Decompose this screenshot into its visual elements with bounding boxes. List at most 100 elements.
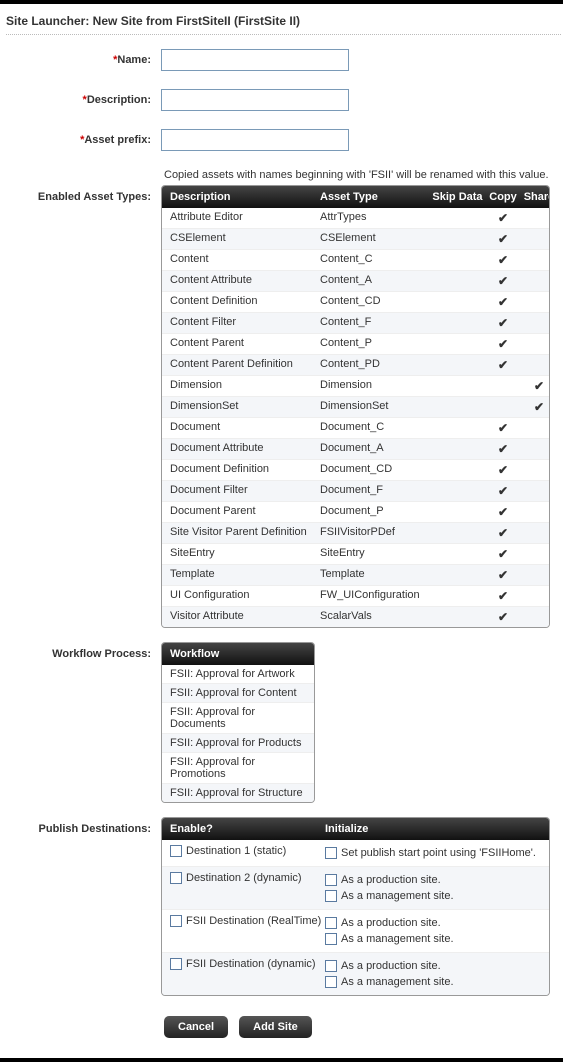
destination-name: Destination 1 (static) [186, 845, 286, 857]
table-row: DocumentDocument_C✔ [162, 418, 549, 439]
list-item: FSII: Approval for Structure [162, 784, 314, 802]
table-row: Document AttributeDocument_A✔ [162, 439, 549, 460]
cell-skip [430, 274, 485, 288]
checkbox[interactable] [325, 976, 337, 988]
cell-asset-type: SiteEntry [320, 547, 430, 561]
cancel-button[interactable]: Cancel [164, 1016, 228, 1038]
cell-asset-type: FSIIVisitorPDef [320, 526, 430, 540]
option-label: As a production site. [341, 960, 441, 972]
cell-share [521, 232, 550, 246]
cell-skip [430, 400, 485, 414]
cell-asset-type: Content_P [320, 337, 430, 351]
cell-asset-type: Content_F [320, 316, 430, 330]
cell-description: Site Visitor Parent Definition [170, 526, 320, 540]
table-row: DimensionSetDimensionSet✔ [162, 397, 549, 418]
table-row: Content AttributeContent_A✔ [162, 271, 549, 292]
table-row: DimensionDimension✔ [162, 376, 549, 397]
checkbox[interactable] [325, 933, 337, 945]
cell-description: Document Definition [170, 463, 320, 477]
prefix-input[interactable] [161, 129, 349, 151]
list-item: FSII: Approval for Documents [162, 703, 314, 734]
cell-description: Document Parent [170, 505, 320, 519]
checkbox[interactable] [325, 874, 337, 886]
page-title: Site Launcher: New Site from FirstSiteII… [6, 14, 561, 28]
cell-description: Content Attribute [170, 274, 320, 288]
table-row: Attribute EditorAttrTypes✔ [162, 208, 549, 229]
cell-share [521, 316, 550, 330]
table-row: Content DefinitionContent_CD ✔ [162, 292, 549, 313]
cell-copy: ✔ [485, 526, 521, 540]
checkbox[interactable] [325, 917, 337, 929]
table-row: SiteEntrySiteEntry✔ [162, 544, 549, 565]
table-row: Content FilterContent_F✔ [162, 313, 549, 334]
cell-asset-type: Document_F [320, 484, 430, 498]
cell-copy: ✔ [485, 610, 521, 624]
cell-description: Content Definition [170, 295, 320, 309]
workflow-header: Workflow [162, 643, 314, 665]
name-input[interactable] [161, 49, 349, 71]
cell-share [521, 547, 550, 561]
asset-types-label: Enabled Asset Types: [6, 185, 161, 203]
col-asset-type: Asset Type [320, 191, 430, 203]
cell-description: Content [170, 253, 320, 267]
table-row: Destination 2 (dynamic)As a production s… [162, 867, 549, 910]
col-description: Description [170, 191, 320, 203]
cell-share [521, 337, 550, 351]
cell-skip [430, 610, 485, 624]
cell-asset-type: Content_CD [320, 295, 430, 309]
cell-asset-type: CSElement [320, 232, 430, 246]
checkbox[interactable] [325, 847, 337, 859]
option-label: As a management site. [341, 976, 454, 988]
table-row: Document FilterDocument_F✔ [162, 481, 549, 502]
cell-skip [430, 358, 485, 372]
cell-skip [430, 337, 485, 351]
cell-asset-type: Document_A [320, 442, 430, 456]
cell-skip [430, 568, 485, 582]
cell-description: Template [170, 568, 320, 582]
cell-description: UI Configuration [170, 589, 320, 603]
cell-skip [430, 484, 485, 498]
cell-copy: ✔ [485, 274, 521, 288]
table-row: CSElementCSElement✔ [162, 229, 549, 250]
table-row: Destination 1 (static)Set publish start … [162, 840, 549, 867]
divider [6, 34, 561, 35]
cell-copy: ✔ [485, 253, 521, 267]
cell-copy [485, 379, 521, 393]
checkbox[interactable] [325, 890, 337, 902]
name-label: *Name: [6, 54, 161, 66]
checkbox[interactable] [170, 915, 182, 927]
cell-copy: ✔ [485, 442, 521, 456]
checkbox[interactable] [325, 960, 337, 972]
cell-skip [430, 505, 485, 519]
cell-description: Content Parent Definition [170, 358, 320, 372]
list-item: FSII: Approval for Content [162, 684, 314, 703]
checkbox[interactable] [170, 958, 182, 970]
cell-share: ✔ [521, 379, 550, 393]
cell-description: Visitor Attribute [170, 610, 320, 624]
table-row: TemplateTemplate✔ [162, 565, 549, 586]
cell-copy: ✔ [485, 589, 521, 603]
cell-description: CSElement [170, 232, 320, 246]
cell-share [521, 421, 550, 435]
add-site-button[interactable]: Add Site [239, 1016, 312, 1038]
col-share: Share [521, 191, 550, 203]
cell-copy: ✔ [485, 463, 521, 477]
list-item: FSII: Approval for Artwork [162, 665, 314, 684]
table-row: UI ConfigurationFW_UIConfiguration✔ [162, 586, 549, 607]
publish-table: Enable? Initialize Destination 1 (static… [161, 817, 550, 996]
cell-skip [430, 442, 485, 456]
cell-copy: ✔ [485, 295, 521, 309]
cell-copy: ✔ [485, 484, 521, 498]
table-row: Content Parent DefinitionContent_PD✔ [162, 355, 549, 376]
option-label: As a production site. [341, 874, 441, 886]
description-input[interactable] [161, 89, 349, 111]
checkbox[interactable] [170, 872, 182, 884]
cell-share [521, 442, 550, 456]
cell-share [521, 211, 550, 225]
checkbox[interactable] [170, 845, 182, 857]
cell-asset-type: ScalarVals [320, 610, 430, 624]
table-row: FSII Destination (RealTime)As a producti… [162, 910, 549, 953]
cell-copy: ✔ [485, 337, 521, 351]
col-copy: Copy [485, 191, 521, 203]
publish-label: Publish Destinations: [6, 817, 161, 835]
